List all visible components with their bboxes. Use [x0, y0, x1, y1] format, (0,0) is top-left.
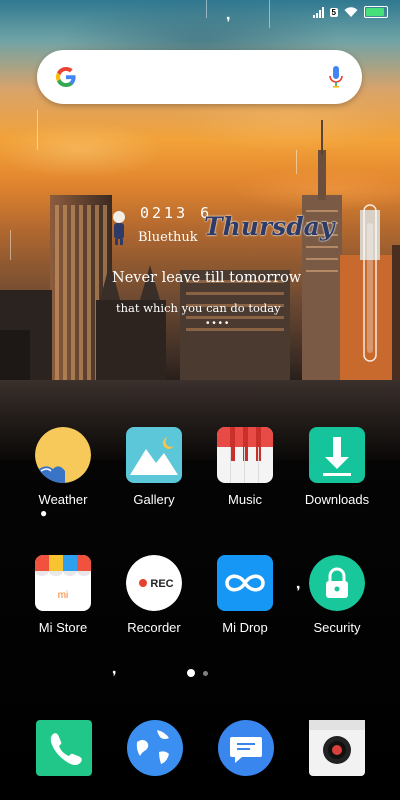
wifi-icon [344, 7, 358, 17]
home-screen: ❜ ❜ ❜ ● 5 0213 6 Bluethuk Thursday Never… [0, 0, 400, 800]
app-music[interactable]: Music [200, 427, 290, 507]
rain-streak [296, 150, 297, 174]
water-drop: ❜ [112, 668, 117, 684]
clock-quote-widget[interactable]: 0213 6 Bluethuk Thursday Never leave til… [110, 200, 334, 330]
app-downloads[interactable]: Downloads [292, 427, 382, 507]
app-weather[interactable]: Weather [18, 427, 108, 507]
battery-icon [364, 6, 388, 18]
app-mi-store[interactable]: mi Mi Store [18, 555, 108, 635]
app-recorder[interactable]: REC Recorder [109, 555, 199, 635]
mi-store-icon: mi [35, 555, 91, 611]
widget-quote-line2: that which you can do today [116, 301, 281, 315]
status-bar: 5 [0, 0, 400, 28]
app-gallery[interactable]: Gallery [109, 427, 199, 507]
mi-drop-icon [217, 555, 273, 611]
rain-streak [10, 230, 11, 260]
browser-globe-icon [127, 720, 183, 776]
signal-icon [312, 6, 324, 18]
dock-phone[interactable] [36, 720, 92, 776]
phone-icon [36, 720, 92, 776]
widget-dots: • • • • [206, 318, 229, 329]
app-security[interactable]: Security [292, 555, 382, 635]
cartoon-figure-icon [113, 211, 125, 245]
water-drop: ● [40, 506, 48, 520]
recorder-icon: REC [126, 555, 182, 611]
widget-day: Thursday [204, 212, 335, 241]
app-weather-label: Weather [38, 492, 88, 507]
rain-streak [37, 110, 38, 150]
mi-store-text: mi [58, 590, 69, 601]
battery-level [366, 8, 384, 16]
widget-time: 0213 6 [140, 204, 213, 222]
app-music-label: Music [228, 492, 262, 507]
weather-icon [35, 427, 91, 483]
dock-browser[interactable] [127, 720, 183, 776]
app-downloads-label: Downloads [304, 492, 370, 507]
app-mi-drop-label: Mi Drop [222, 620, 268, 635]
messages-icon [218, 720, 274, 776]
google-g-icon [56, 67, 76, 87]
widget-name: Bluethuk [138, 230, 198, 245]
dock-messages[interactable] [218, 720, 274, 776]
downloads-icon [309, 427, 365, 483]
page-indicator[interactable] [187, 669, 208, 677]
recorder-text: REC [150, 578, 173, 590]
music-icon [217, 427, 273, 483]
google-search-bar[interactable] [37, 50, 362, 104]
app-recorder-label: Recorder [127, 620, 181, 635]
page-dot-active[interactable] [187, 669, 195, 677]
page-dot[interactable] [203, 670, 208, 676]
app-mi-drop[interactable]: Mi Drop [200, 555, 290, 635]
security-icon [309, 555, 365, 611]
dock-camera[interactable] [309, 720, 365, 776]
mic-icon[interactable] [328, 65, 344, 89]
app-mi-store-label: Mi Store [38, 620, 88, 635]
camera-icon [309, 720, 365, 776]
app-security-label: Security [313, 620, 361, 635]
app-gallery-label: Gallery [133, 492, 175, 507]
widget-quote-line1: Never leave till tomorrow [112, 270, 302, 286]
gallery-icon [126, 427, 182, 483]
lte-icon: 5 [329, 7, 338, 17]
thermometer-icon [363, 204, 377, 362]
